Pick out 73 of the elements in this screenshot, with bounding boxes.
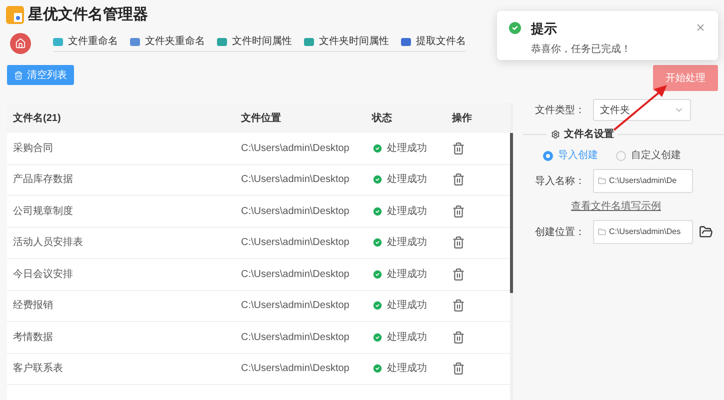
status-cell-text: 处理成功 <box>387 362 427 376</box>
success-icon <box>372 332 383 343</box>
close-icon[interactable] <box>695 22 706 33</box>
success-icon <box>372 268 383 280</box>
success-icon <box>372 142 383 154</box>
file-name-cell-text: 活动人员安排表 <box>12 236 84 250</box>
column-header: 文件位置 <box>241 112 282 126</box>
success-icon <box>372 237 383 248</box>
file-name-cell-text: 考情数据 <box>12 330 54 345</box>
create-location-field[interactable]: C:\Users\admin\Des <box>593 220 693 244</box>
delete-icon[interactable] <box>452 330 465 344</box>
file-name-cell-text: 产品库存数据 <box>12 172 74 188</box>
success-icon <box>372 363 383 374</box>
app-logo-icon <box>6 6 24 24</box>
delete-icon[interactable] <box>452 299 465 312</box>
success-icon <box>372 174 383 186</box>
annotation-arrow <box>612 84 668 132</box>
folder-icon[interactable] <box>699 225 713 239</box>
column-header: 状态 <box>372 112 393 126</box>
status-cell-text: 处理成功 <box>387 268 427 282</box>
notification-title: 提示 <box>531 20 558 38</box>
file-type-select[interactable]: 文件夹 <box>593 99 691 121</box>
notification-message: 恭喜你，任务已完成！ <box>531 42 632 56</box>
file-type-label: 文件类型： <box>535 104 586 118</box>
success-icon <box>372 300 383 312</box>
toolbar-tab[interactable]: 文件时间属性 <box>217 34 292 49</box>
status-cell-text: 处理成功 <box>387 172 427 188</box>
status-cell-text: 处理成功 <box>387 204 427 219</box>
delete-icon[interactable] <box>452 268 465 281</box>
file-location-cell-text: C:\Users\admin\Desktop <box>241 362 350 376</box>
import-name-field[interactable]: C:\Users\admin\De <box>593 169 693 193</box>
toolbar-tab[interactable]: 文件夹重命名 <box>130 34 205 49</box>
settings-icon <box>551 130 560 139</box>
file-location-cell-text: C:\Users\admin\Desktop <box>241 173 350 188</box>
file-name-cell-text: 经费报销 <box>12 298 54 314</box>
file-location-cell-text: C:\Users\admin\Desktop <box>241 204 350 219</box>
success-icon <box>372 206 383 217</box>
create-location-label: 创建位置： <box>535 226 586 240</box>
scrollbar-thumb[interactable] <box>510 133 513 293</box>
section-title: 文件名设置 <box>564 128 614 142</box>
success-icon <box>507 20 523 36</box>
import-name-label: 导入名称： <box>535 174 586 188</box>
file-location-cell-text: C:\Users\admin\Desktop <box>241 330 350 345</box>
column-header: 操作 <box>452 112 473 126</box>
file-name-cell-text: 今日会议安排 <box>12 268 74 282</box>
status-cell-text: 处理成功 <box>387 236 427 250</box>
mode-radio[interactable]: 自定义创建 <box>616 148 681 163</box>
delete-icon[interactable] <box>452 173 465 186</box>
toolbar-tab[interactable]: 文件重命名 <box>53 34 118 49</box>
folder-icon <box>598 177 606 185</box>
home-icon <box>15 38 26 48</box>
file-name-cell-text: 公司规章制度 <box>12 204 74 219</box>
status-cell-text: 处理成功 <box>387 330 427 345</box>
status-cell-text: 处理成功 <box>387 298 427 314</box>
folder-icon <box>598 228 606 236</box>
toolbar-tab[interactable]: 文件夹时间属性 <box>304 34 389 49</box>
file-location-cell-text: C:\Users\admin\Desktop <box>241 236 350 250</box>
status-cell-text: 处理成功 <box>387 142 427 156</box>
file-location-cell-text: C:\Users\admin\Desktop <box>241 268 350 282</box>
delete-icon[interactable] <box>452 142 465 155</box>
delete-icon[interactable] <box>452 204 465 218</box>
column-header: 文件名(21) <box>12 112 62 126</box>
example-link[interactable]: 查看文件名填写示例 <box>571 199 661 214</box>
file-location-cell-text: C:\Users\admin\Desktop <box>241 142 350 156</box>
file-name-cell-text: 客户联系表 <box>12 362 64 376</box>
delete-icon[interactable] <box>452 362 465 376</box>
window-title: 星优文件名管理器 <box>28 4 148 25</box>
trash-icon <box>14 70 23 80</box>
toolbar-tab[interactable]: 提取文件名 <box>401 34 466 49</box>
file-name-cell-text: 采购合同 <box>12 142 54 156</box>
file-location-cell-text: C:\Users\admin\Desktop <box>241 299 350 314</box>
home-button[interactable] <box>10 32 31 54</box>
delete-icon[interactable] <box>452 236 465 250</box>
